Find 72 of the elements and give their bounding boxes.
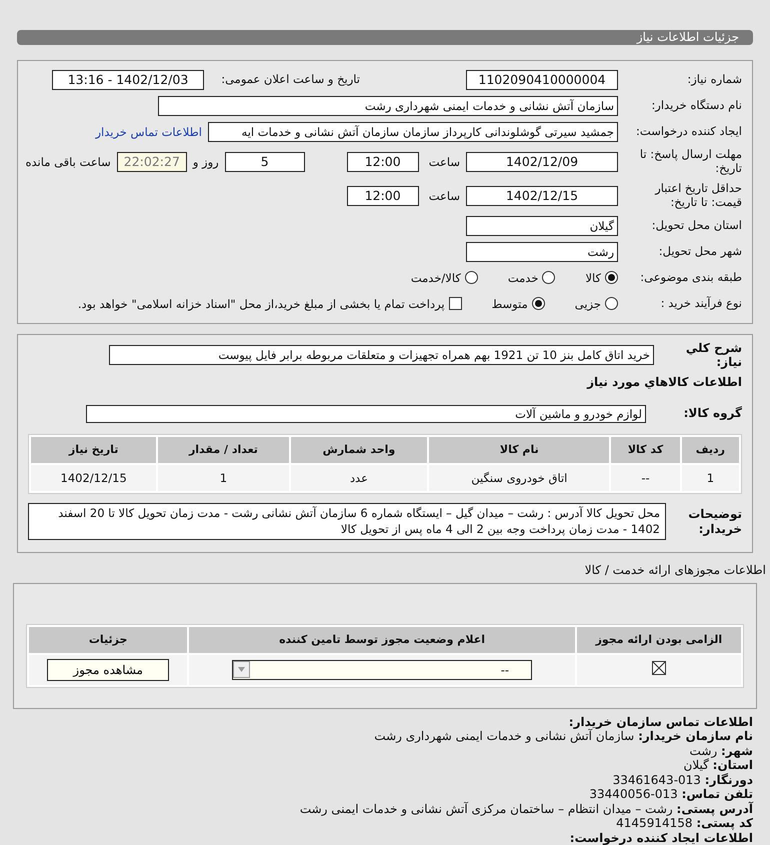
field-label: شرح کلي نياز:	[684, 340, 742, 370]
radio-label: کالا	[585, 270, 601, 285]
days-field[interactable]: 5	[224, 152, 305, 172]
buyer-contact-link[interactable]: اطلاعات تماس خریدار	[95, 124, 202, 139]
radio-button[interactable]	[532, 297, 545, 310]
field-label: استان محل تحویل:	[650, 218, 742, 233]
announce-date-field[interactable]: 1402/12/03 - 13:16	[52, 70, 204, 90]
creator-field[interactable]: جمشید سیرتی گوشلوندانی کارپرداز سازمان سازمان آتش نشانی و خدمات ایه	[208, 122, 618, 142]
column-header: تاریخ نیاز	[31, 436, 156, 462]
contact-line: شهر: رشت	[688, 744, 754, 758]
column-header: ردیف	[682, 436, 739, 462]
table-cell: 1	[682, 464, 739, 490]
goods-group-field[interactable]: لوازم خودرو و ماشین آلات	[86, 404, 646, 422]
radio-button[interactable]	[605, 271, 618, 284]
column-header: جزئیات	[29, 626, 188, 652]
contact-line: نام سازمان خریدار: سازمان آتش نشانی و خدمات ایمنی شهرداری رشت	[373, 729, 754, 744]
radio-label: کالا/خدمت	[410, 270, 461, 285]
validity-time-field[interactable]: 12:00	[346, 186, 419, 206]
table-cell: 1402/12/15	[31, 464, 156, 490]
status-dropdown[interactable]: --	[232, 660, 532, 680]
deadline-time-field[interactable]: 12:00	[346, 152, 419, 172]
column-header: نام کالا	[429, 436, 610, 462]
field-label: نوع فرآیند خرید :	[660, 296, 742, 311]
contact-line: استان: گیلان	[682, 758, 754, 772]
province-field[interactable]: گیلان	[466, 216, 618, 236]
table-cell: --	[611, 464, 680, 490]
field-label: توضیحات خریدار:	[687, 507, 742, 536]
need-number-field[interactable]: 1102090410000004	[466, 70, 618, 90]
column-header: واحد شمارش	[290, 436, 428, 462]
field-label: شماره نیاز:	[686, 72, 742, 87]
field-label: مهلت ارسال پاسخ: تا تاریخ:	[638, 148, 742, 176]
column-header: الزامی بودن ارائه مجوز	[576, 626, 741, 652]
section-heading: اطلاعات مجوزهای ارائه خدمت / کالا	[584, 562, 766, 576]
contact-line: آدرس پستی: رشت – میدان انتظام – ساختمان مرکزی آتش نشانی و خدمات ایمنی رشت	[298, 802, 754, 816]
city-field[interactable]: رشت	[466, 242, 618, 262]
table-cell: عدد	[290, 464, 428, 490]
view-license-button[interactable]: مشاهده مجوز	[47, 658, 170, 680]
radio-label: متوسط	[492, 296, 528, 311]
checkbox-label: پرداخت تمام یا بخشی از مبلغ خرید،از محل "اسناد خزانه اسلامی" خواهد بود.	[78, 296, 445, 311]
field-label: شهر محل تحویل:	[658, 244, 742, 259]
radio-label: جزیی	[574, 296, 601, 311]
buyer-field[interactable]: سازمان آتش نشانی و خدمات ایمنی شهرداری رشت	[158, 96, 618, 116]
deadline-date-field[interactable]: 1402/12/09	[466, 152, 618, 172]
remaining-time-field[interactable]: 22:02:27	[116, 152, 187, 172]
field-label: گروه کالا:	[682, 406, 742, 421]
remaining-label: ساعت باقی مانده	[26, 154, 111, 169]
page-title: جزئیات اطلاعات نیاز	[636, 30, 739, 44]
buyer-notes: محل تحویل کالا آدرس : رشت – میدان گیل – ایستگاه شماره 6 سازمان آتش نشانی رشت - مدت زمان تحویل کالا تا 20 اسفند 1402 - مدت زمان پرداخت وجه بین 2 الی 4 ماه پس از تحویل کالا	[28, 502, 666, 540]
column-header: تعداد / مقدار	[158, 436, 289, 462]
section-heading: اطلاعات ایجاد کننده درخواست:	[568, 830, 754, 845]
radio-button[interactable]	[464, 271, 478, 284]
table-cell: 1	[158, 464, 289, 490]
validity-date-field[interactable]: 1402/12/15	[466, 186, 618, 206]
radio-label: خدمت	[508, 270, 538, 285]
days-label: روز و	[192, 154, 219, 169]
section-heading: اطلاعات كالاهاي مورد نياز	[587, 374, 742, 388]
summary-field[interactable]: خرید اتاق کامل بنز 10 تن 1921 بهم همراه تجهیزات و متعلقات مربوطه برابر فایل پیوست	[109, 345, 654, 366]
radio-button[interactable]	[542, 271, 556, 284]
time-label: ساعت	[428, 188, 460, 203]
checkbox[interactable]	[448, 297, 462, 310]
column-header: اعلام وضعیت مجوز توسط تامین کننده	[189, 626, 575, 652]
field-label: تاریخ و ساعت اعلان عمومی:	[220, 72, 360, 87]
field-label: ایجاد کننده درخواست:	[635, 124, 742, 139]
radio-button[interactable]	[605, 297, 618, 310]
contact-heading: اطلاعات تماس سازمان خریدار:	[568, 714, 754, 729]
field-label: نام دستگاه خریدار:	[650, 98, 742, 113]
field-label: طبقه بندی موضوعی:	[639, 270, 742, 285]
column-header: کد کالا	[611, 436, 680, 462]
checkbox[interactable]	[652, 661, 666, 675]
time-label: ساعت	[428, 154, 460, 169]
field-label: حداقل تاریخ اعتبار قیمت: تا تاریخ:	[654, 182, 742, 210]
table-cell: اتاق خودروی سنگین	[429, 464, 610, 490]
